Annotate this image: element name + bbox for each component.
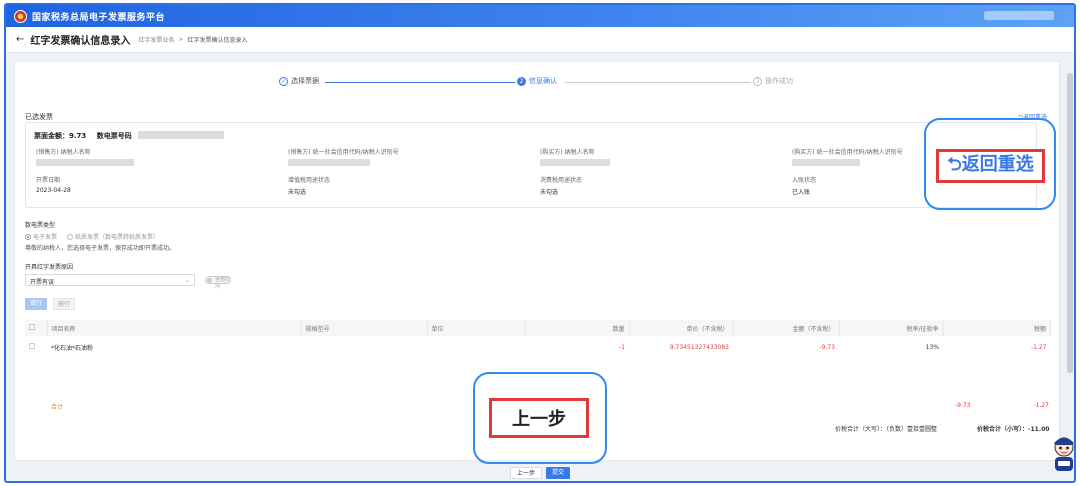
seller-name-label: (销售方) 纳税人名称: [36, 149, 91, 156]
step-3-label: 操作成功: [765, 77, 793, 85]
step-1-label: 选择票据: [291, 77, 319, 85]
radio-paper-label: 纸质发票（数电票转纸质发票）: [75, 234, 160, 241]
items-table: 项目名称 规格型号 单位 数量 单价（不含税） 金额（不含税） 税率/征收率 税…: [25, 320, 1051, 358]
seller-taxid-blurred: [288, 159, 370, 166]
header-name: 项目名称: [47, 320, 302, 336]
issue-date-label: 开票日期: [36, 177, 61, 184]
issue-date-value: 2023-04-28: [36, 187, 71, 194]
prev-step-callout-button[interactable]: 上一步: [489, 398, 589, 438]
step-connector-1: [325, 82, 515, 83]
consumption-usage-value: 未勾选: [540, 189, 559, 196]
breadcrumb-item-2: 红字发票确认信息录入: [187, 37, 248, 44]
seller-name-blurred: [36, 159, 134, 166]
reselect-callout: ⮌返回重选: [924, 118, 1056, 210]
invoice-card: 票面金额：9.73 数电票号码 (销售方) 纳税人名称 (销售方) 统一社会信用…: [25, 122, 1037, 208]
entry-status-value: 已入账: [792, 189, 811, 196]
row-checkbox-cell: [25, 336, 47, 358]
invoice-type-note: 尊敬的纳税人，您选择电子发票，保存成功即开票成功。: [25, 245, 176, 252]
step-3: 3 操作成功: [753, 76, 793, 86]
vat-usage-label: 增值税用途状态: [288, 177, 331, 184]
cell-qty[interactable]: -1: [525, 336, 629, 358]
radio-electronic-label: 电子发票: [33, 234, 58, 241]
submit-button[interactable]: 提交: [546, 467, 571, 479]
page-title: 红字发票确认信息录入: [30, 36, 131, 47]
cell-tax: -1.27: [1030, 343, 1047, 351]
cell-amount[interactable]: -9.73: [733, 336, 839, 358]
tax-emblem-icon: [14, 9, 27, 23]
step-3-number-icon: 3: [753, 76, 762, 86]
cell-name[interactable]: *化石油*石油粉: [47, 336, 301, 358]
delete-row-button[interactable]: 删行: [53, 298, 75, 310]
top-banner: 国家税务总局电子发票服务平台: [6, 5, 1074, 27]
buyer-taxid-blurred: [792, 159, 860, 166]
header-amount: 金额（不含税）: [733, 320, 840, 336]
nav-bar: ← 红字发票确认信息录入 红字发票业务 > 红字发票确认信息录入: [6, 27, 1074, 53]
radio-electronic[interactable]: [25, 233, 31, 240]
selected-invoice-title: 已选发票: [25, 113, 53, 121]
step-indicator: ✓ 选择票据 2 信息确认 3 操作成功: [15, 74, 1059, 90]
buyer-name-label: (购买方) 纳税人名称: [540, 149, 595, 156]
back-arrow-icon[interactable]: ←: [16, 34, 24, 45]
select-all-checkbox[interactable]: [29, 324, 35, 330]
table-header-row: 项目名称 规格型号 单位 数量 单价（不含税） 金额（不含税） 税率/征收率 税…: [25, 320, 1051, 336]
cell-price[interactable]: 9.73451327433083: [629, 336, 733, 358]
prev-step-button[interactable]: 上一步: [509, 467, 542, 479]
sum-label: 合计: [51, 404, 64, 411]
seller-taxid-label: (销售方) 统一社会信用代码/纳税人识别号: [288, 149, 399, 156]
cell-spec[interactable]: [301, 336, 427, 358]
row-checkbox[interactable]: [29, 343, 35, 349]
invoice-number-label: 数电票号码: [96, 132, 132, 140]
vat-usage-value: 未勾选: [288, 189, 307, 196]
scrollbar-thumb[interactable]: [1067, 73, 1073, 373]
breadcrumb-item-1[interactable]: 红字发票业务: [138, 35, 174, 44]
user-info-blurred[interactable]: [984, 11, 1054, 20]
step-2: 2 信息确认: [517, 76, 557, 86]
header-price: 单价（不含税）: [629, 320, 734, 336]
invoice-amount-label: 票面金额：9.73: [34, 132, 87, 140]
reason-select[interactable]: 开票有误 ⌄: [25, 274, 195, 286]
invoice-type-radio-group: 电子发票 纸质发票（数电票转纸质发票）: [25, 232, 159, 241]
header-unit: 单位: [427, 320, 526, 336]
header-tax: 税额: [943, 320, 1051, 336]
sum-tax: -1.27: [1033, 402, 1049, 409]
radio-paper[interactable]: [67, 233, 74, 240]
step-1: ✓ 选择票据: [279, 76, 319, 86]
chevron-down-icon: ⌄: [184, 277, 190, 284]
add-row-button[interactable]: 增行: [25, 298, 47, 310]
consumption-usage-label: 消费税用途状态: [540, 177, 583, 184]
cell-rate[interactable]: 13%: [839, 336, 943, 358]
invoice-number-blurred: [138, 131, 224, 139]
total-upper: 价税合计（大写）：（负数）壹拾壹圆整: [835, 426, 938, 433]
prev-step-callout: 上一步: [473, 372, 607, 464]
bottom-action-bar: 上一步 提交: [6, 463, 1074, 481]
header-qty: 数量: [525, 320, 630, 336]
buyer-taxid-label: (购买方) 统一社会信用代码/纳税人识别号: [792, 149, 903, 156]
entry-status-label: 入账状态: [792, 177, 817, 184]
platform-title: 国家税务总局电子发票服务平台: [32, 12, 166, 23]
header-checkbox-cell: [25, 320, 48, 336]
step-2-label: 信息确认: [529, 77, 557, 85]
vertical-scrollbar[interactable]: [1066, 53, 1074, 463]
cell-unit[interactable]: [427, 336, 525, 358]
header-spec: 规格型号: [301, 320, 428, 336]
step-1-check-icon: ✓: [279, 76, 288, 86]
buyer-name-blurred: [540, 159, 610, 166]
reselect-callout-button[interactable]: ⮌返回重选: [936, 149, 1045, 183]
total-lower: 价税合计（小写）：-11.00: [977, 426, 1050, 433]
invoice-amount: 票面金额：9.73 数电票号码: [34, 131, 132, 141]
sum-amount: -9.73: [955, 402, 971, 409]
reason-label: 开具红字发票原因: [25, 264, 74, 271]
breadcrumb-separator: >: [178, 36, 184, 43]
step-2-number-icon: 2: [517, 76, 526, 86]
full-red-toggle[interactable]: 全部红冲: [205, 276, 231, 290]
table-row: *化石油*石油粉 -1 9.73451327433083 -9.73 13% -…: [25, 336, 1051, 358]
step-connector-2: [565, 82, 751, 83]
tax-officer-mascot-icon[interactable]: [1048, 433, 1076, 473]
header-rate: 税率/征收率: [839, 320, 944, 336]
invoice-type-label: 数电票类型: [25, 222, 56, 229]
reason-select-value: 开票有误: [30, 279, 55, 286]
